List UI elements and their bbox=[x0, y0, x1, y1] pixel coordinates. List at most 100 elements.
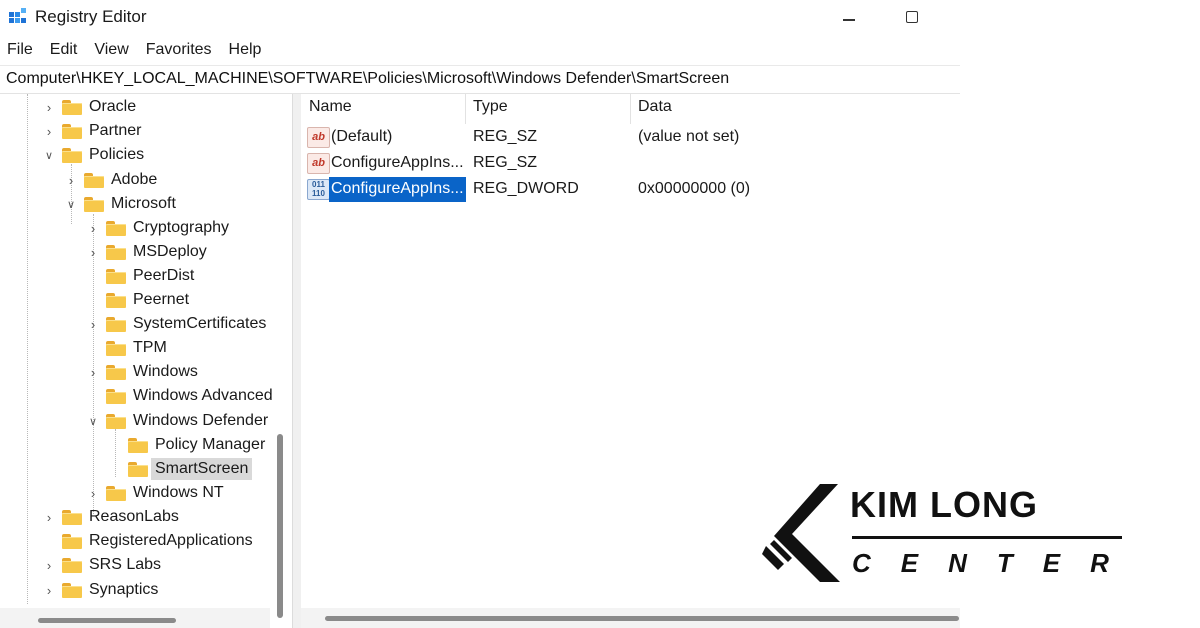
tree-item-cryptography[interactable]: › Cryptography bbox=[86, 216, 229, 240]
tree-item-windows[interactable]: › Windows bbox=[86, 360, 198, 384]
maximize-button[interactable] bbox=[889, 4, 935, 30]
tree-item-label: Oracle bbox=[89, 98, 137, 115]
tree-item-label: Synaptics bbox=[89, 581, 159, 598]
folder-icon bbox=[62, 557, 82, 573]
string-value-icon: ab bbox=[307, 127, 330, 148]
value-data: 0x00000000 (0) bbox=[638, 180, 751, 197]
address-bar[interactable]: Computer\HKEY_LOCAL_MACHINE\SOFTWARE\Pol… bbox=[0, 65, 960, 94]
chevron-down-icon[interactable]: ∨ bbox=[86, 415, 100, 428]
tree-item-policies[interactable]: ∨ Policies bbox=[42, 143, 144, 167]
tree-item-label: Windows Defender bbox=[133, 412, 269, 429]
address-path[interactable]: Computer\HKEY_LOCAL_MACHINE\SOFTWARE\Pol… bbox=[6, 70, 729, 88]
menu-help[interactable]: Help bbox=[222, 38, 270, 62]
chevron-right-icon[interactable]: › bbox=[42, 558, 56, 573]
value-type: REG_SZ bbox=[473, 154, 538, 171]
value-data: (value not set) bbox=[638, 128, 740, 145]
tree-item-adobe[interactable]: › Adobe bbox=[64, 168, 157, 192]
value-type: REG_SZ bbox=[473, 128, 538, 145]
tree-item-systemcertificates[interactable]: › SystemCertificates bbox=[86, 312, 267, 336]
tree-item-label: Policy Manager bbox=[155, 436, 266, 453]
folder-icon bbox=[62, 123, 82, 139]
tree-item-label: SRS Labs bbox=[89, 556, 162, 573]
tree-item-msdeploy[interactable]: › MSDeploy bbox=[86, 240, 207, 264]
tree-item-tpm[interactable]: TPM bbox=[86, 336, 167, 360]
tree-item-label: Cryptography bbox=[133, 219, 230, 236]
menu-file[interactable]: File bbox=[0, 38, 41, 62]
tree-item-label: PeerDist bbox=[133, 267, 195, 284]
tree-vertical-scrollbar[interactable] bbox=[277, 434, 283, 618]
chevron-right-icon[interactable]: › bbox=[86, 486, 100, 501]
tree-item-srs-labs[interactable]: › SRS Labs bbox=[42, 553, 161, 577]
column-header-type[interactable]: Type bbox=[465, 98, 508, 122]
tree-item-synaptics[interactable]: › Synaptics bbox=[42, 578, 159, 602]
menu-edit[interactable]: Edit bbox=[43, 38, 86, 62]
folder-icon bbox=[62, 509, 82, 525]
folder-icon bbox=[62, 533, 82, 549]
chevron-right-icon[interactable]: › bbox=[86, 365, 100, 380]
column-header-data[interactable]: Data bbox=[630, 98, 672, 122]
minimize-button[interactable] bbox=[826, 4, 872, 30]
tree-item-policy-manager[interactable]: Policy Manager bbox=[108, 433, 265, 457]
tree-item-label: MSDeploy bbox=[133, 243, 207, 260]
tree-item-label: Windows Advanced bbox=[133, 387, 273, 404]
tree-item-peerdist[interactable]: PeerDist bbox=[86, 264, 194, 288]
folder-icon bbox=[106, 268, 126, 284]
value-name: ConfigureAppIns... bbox=[331, 154, 464, 171]
folder-icon bbox=[106, 292, 126, 308]
tree-item-smartscreen[interactable]: SmartScreen bbox=[108, 457, 253, 481]
value-type: REG_DWORD bbox=[473, 180, 579, 197]
tree-item-registeredapplications[interactable]: RegisteredApplications bbox=[42, 529, 253, 553]
tree-item-windows-defender[interactable]: ∨ Windows Defender bbox=[86, 409, 268, 433]
tree-item-peernet[interactable]: Peernet bbox=[86, 288, 189, 312]
title-bar: Registry Editor bbox=[0, 0, 960, 34]
tree-item-label: Policies bbox=[89, 146, 145, 163]
tree-item-label: ReasonLabs bbox=[89, 508, 179, 525]
tree-item-partner[interactable]: › Partner bbox=[42, 119, 142, 143]
list-horizontal-scrollbar[interactable] bbox=[325, 616, 959, 621]
chevron-right-icon[interactable]: › bbox=[86, 245, 100, 260]
value-row-configureappins-sz[interactable]: ab ConfigureAppIns... REG_SZ bbox=[301, 150, 960, 176]
folder-icon bbox=[106, 413, 126, 429]
menu-view[interactable]: View bbox=[87, 38, 136, 62]
folder-icon bbox=[106, 220, 126, 236]
tree-item-label: SmartScreen bbox=[151, 458, 253, 480]
key-tree-pane[interactable]: › Oracle › Partner ∨ Policies › Adobe ∨ … bbox=[0, 94, 298, 628]
folder-icon bbox=[84, 196, 104, 212]
menu-favorites[interactable]: Favorites bbox=[139, 38, 220, 62]
folder-icon bbox=[106, 485, 126, 501]
tree-item-label: Windows NT bbox=[133, 484, 224, 501]
tree-item-label: Microsoft bbox=[111, 195, 176, 212]
tree-item-label: Adobe bbox=[111, 171, 158, 188]
folder-icon bbox=[106, 244, 126, 260]
chevron-down-icon[interactable]: ∨ bbox=[42, 149, 56, 162]
tree-item-label: TPM bbox=[133, 339, 167, 356]
logo-wordmark-line1: KIM LONG bbox=[850, 484, 1038, 525]
kim-long-center-logo: KIM LONG CENTER bbox=[762, 484, 1130, 588]
value-row-default[interactable]: ab (Default) REG_SZ (value not set) bbox=[301, 124, 960, 150]
folder-icon bbox=[128, 437, 148, 453]
chevron-right-icon[interactable]: › bbox=[42, 100, 56, 115]
chevron-right-icon[interactable]: › bbox=[42, 583, 56, 598]
column-header-name[interactable]: Name bbox=[301, 98, 352, 122]
tree-item-reasonlabs[interactable]: › ReasonLabs bbox=[42, 505, 179, 529]
tree-item-oracle[interactable]: › Oracle bbox=[42, 95, 136, 119]
value-name: ConfigureAppIns... bbox=[331, 180, 464, 197]
tree-item-windows-nt[interactable]: › Windows NT bbox=[86, 481, 224, 505]
value-row-configureappins-dword[interactable]: 011 110 ConfigureAppIns... REG_DWORD 0x0… bbox=[301, 176, 960, 202]
chevron-right-icon[interactable]: › bbox=[42, 510, 56, 525]
tree-item-windows-advanced[interactable]: Windows Advanced bbox=[86, 384, 273, 408]
chevron-right-icon[interactable]: › bbox=[42, 124, 56, 139]
chevron-down-icon[interactable]: ∨ bbox=[64, 198, 78, 211]
folder-icon bbox=[62, 582, 82, 598]
folder-icon bbox=[106, 364, 126, 380]
logo-wordmark-line2: CENTER bbox=[852, 548, 1139, 578]
tree-item-microsoft[interactable]: ∨ Microsoft bbox=[64, 192, 176, 216]
tree-item-label: Partner bbox=[89, 122, 142, 139]
folder-icon bbox=[106, 316, 126, 332]
folder-icon bbox=[62, 147, 82, 163]
chevron-right-icon[interactable]: › bbox=[86, 317, 100, 332]
chevron-right-icon[interactable]: › bbox=[64, 173, 78, 188]
tree-guide-line bbox=[27, 94, 28, 604]
chevron-right-icon[interactable]: › bbox=[86, 221, 100, 236]
tree-horizontal-scrollbar[interactable] bbox=[38, 618, 176, 623]
